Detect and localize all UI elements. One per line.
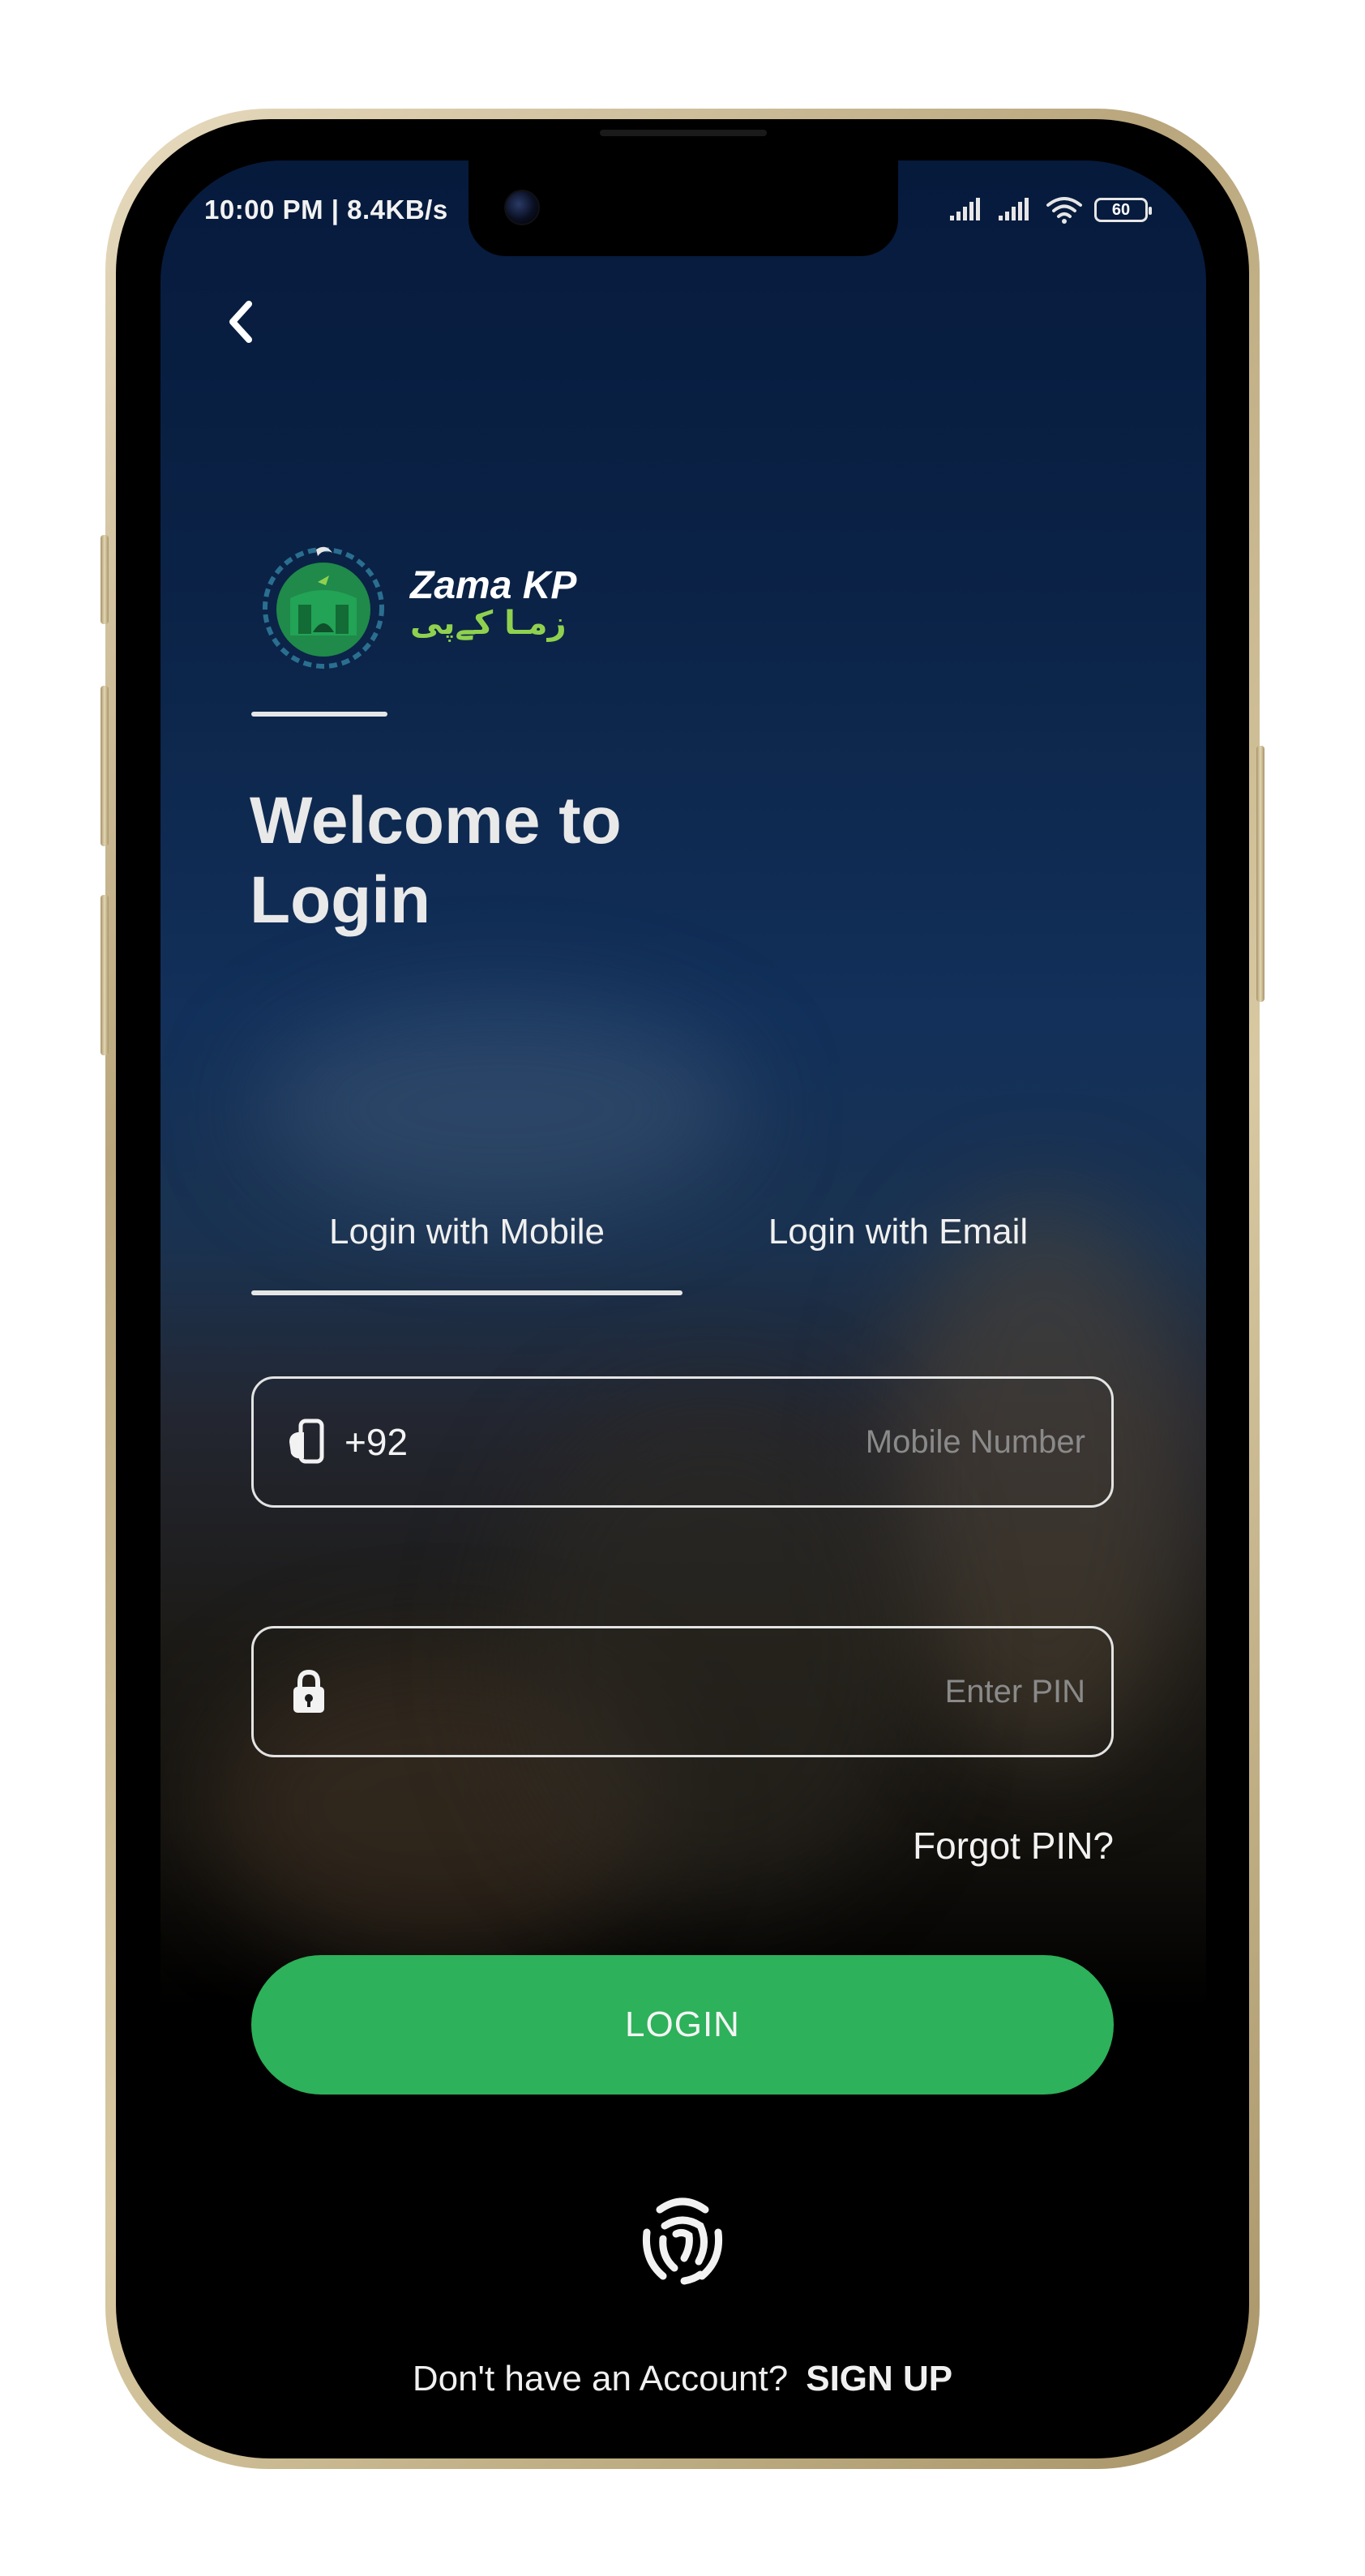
- signup-link[interactable]: SIGN UP: [806, 2359, 952, 2398]
- pin-input[interactable]: [332, 1672, 1087, 1711]
- wifi-icon: [1046, 197, 1082, 224]
- side-button-volume-down: [101, 895, 109, 1055]
- brand-name-ur: زمـا کےپی: [410, 605, 567, 642]
- brand-logo: Zama KP زمـا کےپی: [248, 535, 576, 673]
- fingerprint-button[interactable]: [635, 2193, 730, 2287]
- mobile-number-input[interactable]: [408, 1423, 1087, 1461]
- kp-emblem-icon: [263, 546, 384, 669]
- phone-hand-icon: [286, 1418, 332, 1466]
- side-button-volume-up: [101, 686, 109, 846]
- chevron-left-icon: [229, 301, 252, 343]
- page-title: Welcome to Login: [250, 784, 622, 937]
- active-tab-indicator: [251, 1290, 682, 1295]
- brand-name-en: Zama KP: [410, 564, 577, 607]
- signup-question: Don't have an Account?: [412, 2359, 789, 2398]
- speaker-grille: [600, 130, 767, 136]
- signal-icon: [999, 198, 1029, 220]
- signup-row: Don't have an Account? SIGN UP: [0, 2359, 1365, 2399]
- forgot-pin-link[interactable]: Forgot PIN?: [913, 1824, 1114, 1868]
- tab-login-email[interactable]: Login with Email: [682, 1183, 1114, 1281]
- title-accent-line: [251, 712, 387, 717]
- side-button-mute: [101, 535, 109, 624]
- country-code: +92: [344, 1421, 409, 1463]
- status-time: 10:00 PM | 8.4KB/s: [204, 195, 448, 225]
- fingerprint-icon: [642, 2197, 723, 2285]
- back-button[interactable]: [212, 293, 269, 350]
- brand-text: Zama KP زمـا کےپی: [410, 564, 577, 642]
- login-button[interactable]: LOGIN: [251, 1955, 1114, 2095]
- lock-icon: [286, 1667, 332, 1716]
- battery-level: 60: [1111, 200, 1131, 219]
- side-button-power: [1256, 746, 1264, 1002]
- pin-field[interactable]: [251, 1626, 1114, 1757]
- battery-icon: 60: [1094, 198, 1152, 222]
- signal-icon: [950, 198, 980, 220]
- status-icons: 60: [948, 191, 1152, 229]
- mobile-number-field[interactable]: +92: [251, 1376, 1114, 1508]
- front-camera: [504, 190, 540, 225]
- background-blur-light: [258, 1003, 744, 1214]
- login-tabs: Login with Mobile Login with Email: [251, 1183, 1114, 1297]
- tab-login-mobile[interactable]: Login with Mobile: [251, 1183, 682, 1281]
